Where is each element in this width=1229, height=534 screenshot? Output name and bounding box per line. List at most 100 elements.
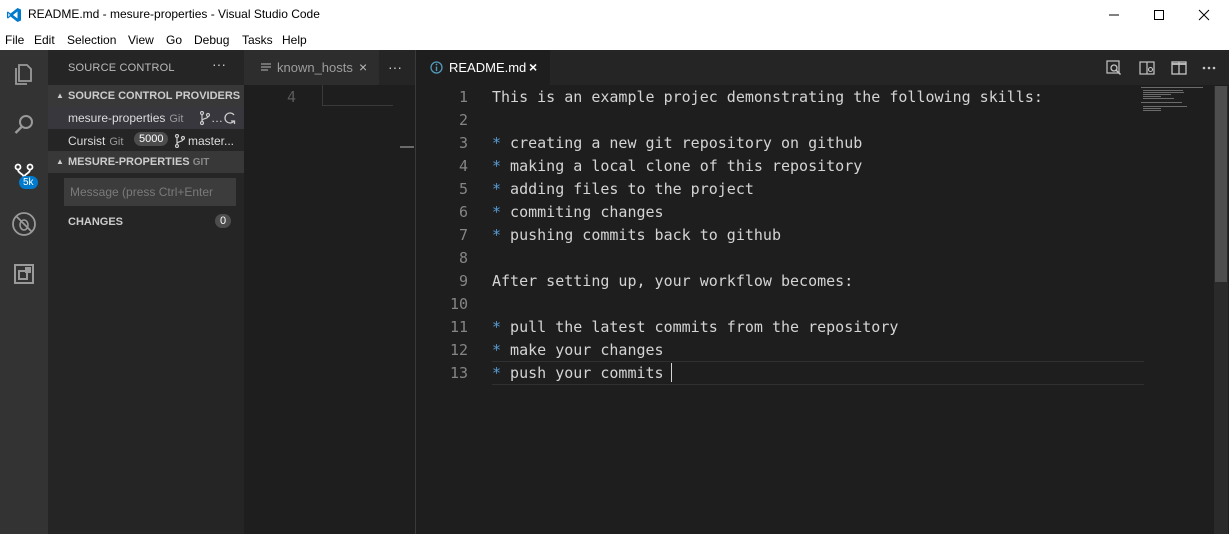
code-line[interactable]: 7 * pushing commits back to github — [416, 224, 1196, 247]
line-content: making a local clone of this repository — [501, 157, 863, 175]
open-preview-side-button[interactable] — [1139, 60, 1155, 80]
sync-icon[interactable] — [224, 111, 236, 125]
markdown-bullet: * — [492, 157, 502, 175]
line-number: 3 — [458, 134, 468, 152]
commit-message-placeholder: Message (press Ctrl+Enter — [70, 185, 214, 199]
activity-debug[interactable] — [0, 200, 48, 248]
commit-message-input[interactable]: Message (press Ctrl+Enter — [64, 178, 236, 206]
scrollbar-thumb[interactable] — [1215, 86, 1227, 282]
window-title: README.md - mesure-properties - Visual S… — [28, 7, 320, 21]
line-number: 13 — [449, 364, 468, 382]
code-line[interactable]: 6 * commiting changes — [416, 201, 1196, 224]
activity-extensions[interactable] — [0, 250, 48, 298]
provider-extra: … — [211, 111, 223, 125]
sidebar-more-button[interactable]: ··· — [212, 56, 226, 72]
repo-section-header[interactable]: ▲ MESURE-PROPERTIES GIT — [48, 151, 244, 173]
line-text: * creating a new git repository on githu… — [492, 134, 862, 152]
tab-bar-right: README.md × — [416, 50, 1229, 85]
editor-scrollbar[interactable] — [1214, 86, 1228, 534]
menu-view[interactable]: View — [128, 33, 154, 47]
line-content: make your changes — [501, 341, 664, 359]
activity-bar: 5k — [0, 50, 48, 534]
line-text: * pull the latest commits from the repos… — [492, 318, 898, 336]
providers-section-header[interactable]: ▲ SOURCE CONTROL PROVIDERS — [48, 85, 244, 107]
code-line[interactable]: 8 — [416, 247, 1196, 270]
changes-count-badge: 0 — [215, 214, 232, 228]
menu-bar: File Edit Selection View Go Debug Tasks … — [0, 30, 1229, 51]
tab-close-button[interactable]: × — [359, 59, 367, 75]
scrollbar-marker — [400, 146, 414, 148]
current-line-highlight — [492, 361, 1144, 385]
repo-header-type: GIT — [192, 157, 210, 168]
explorer-icon — [15, 64, 32, 85]
provider-branch: master... — [188, 134, 235, 148]
activity-source-control[interactable] — [0, 150, 48, 198]
code-line[interactable]: 9 After setting up, your workflow becomes… — [416, 270, 1196, 293]
line-content: adding files to the project — [501, 180, 754, 198]
line-number: 1 — [458, 88, 468, 106]
line-number: 10 — [449, 295, 468, 313]
code-line[interactable]: 4 * making a local clone of this reposito… — [416, 155, 1196, 178]
markdown-bullet: * — [492, 180, 502, 198]
editor-group-right: README.md × 1 This is an example projec … — [415, 50, 1229, 534]
split-editor-button[interactable] — [1171, 60, 1187, 80]
tab-readme[interactable]: README.md × — [416, 50, 550, 85]
sidebar-title: SOURCE CONTROL — [68, 62, 175, 74]
search-icon — [14, 115, 33, 134]
title-bar: README.md - mesure-properties - Visual S… — [0, 0, 1229, 30]
menu-go[interactable]: Go — [166, 33, 182, 47]
extensions-icon — [14, 264, 34, 284]
menu-file[interactable]: File — [5, 33, 24, 47]
activity-explorer[interactable] — [0, 50, 48, 98]
code-line[interactable]: 2 — [416, 109, 1196, 132]
line-text: * commiting changes — [492, 203, 664, 221]
open-preview-button[interactable] — [1106, 60, 1122, 80]
code-line[interactable]: 3 * creating a new git repository on gith… — [416, 132, 1196, 155]
activity-search[interactable] — [0, 100, 48, 148]
line-text: * adding files to the project — [492, 180, 754, 198]
close-window-button[interactable] — [1181, 0, 1227, 30]
maximize-button[interactable] — [1136, 0, 1182, 30]
markdown-bullet: * — [492, 318, 502, 336]
menu-selection[interactable]: Selection — [67, 33, 116, 47]
tab-close-button[interactable]: × — [529, 59, 537, 75]
changes-label[interactable]: CHANGES — [68, 216, 123, 228]
line-number: 5 — [458, 180, 468, 198]
line-number: 8 — [458, 249, 468, 267]
line-number: 6 — [458, 203, 468, 221]
provider-item-mesure-properties[interactable]: mesure-properties Git … — [48, 107, 244, 129]
minimap[interactable] — [1141, 86, 1219, 126]
tab-label: README.md — [449, 60, 527, 75]
code-line[interactable]: 10 — [416, 293, 1196, 316]
line-number: 7 — [458, 226, 468, 244]
provider-type: Git — [169, 113, 184, 125]
line-text: * pushing commits back to github — [492, 226, 781, 244]
maximize-icon — [1154, 10, 1164, 20]
code-line[interactable]: 1 This is an example projec demonstrating… — [416, 86, 1196, 109]
tab-known-hosts[interactable]: known_hosts × — [244, 50, 379, 85]
editor-group-left: known_hosts × ··· 4 — [244, 50, 415, 534]
provider-name: mesure-properties — [68, 111, 166, 125]
markdown-bullet: * — [492, 203, 502, 221]
markdown-bullet: * — [492, 341, 502, 359]
debug-icon — [12, 212, 36, 236]
providers-header-label: SOURCE CONTROL PROVIDERS — [68, 90, 241, 102]
collapse-triangle-icon: ▲ — [56, 157, 64, 166]
provider-item-cursist[interactable]: Cursist Git 5000 master... — [48, 130, 244, 152]
more-actions-button[interactable] — [1201, 60, 1217, 80]
menu-help[interactable]: Help — [282, 33, 307, 47]
menu-tasks[interactable]: Tasks — [242, 33, 273, 47]
code-line[interactable]: 11 * pull the latest commits from the rep… — [416, 316, 1196, 339]
minimize-icon — [1109, 14, 1119, 16]
info-icon — [430, 61, 443, 74]
code-line[interactable]: 5 * adding files to the project — [416, 178, 1196, 201]
code-line[interactable]: 12 * make your changes — [416, 339, 1196, 362]
editor-more-button[interactable]: ··· — [388, 59, 402, 75]
menu-edit[interactable]: Edit — [34, 33, 55, 47]
line-number: 2 — [458, 111, 468, 129]
menu-debug[interactable]: Debug — [194, 33, 229, 47]
line-content: creating a new git repository on github — [501, 134, 863, 152]
preview-side-icon — [1139, 61, 1155, 75]
tab-label: known_hosts — [277, 60, 353, 75]
minimize-button[interactable] — [1091, 0, 1137, 30]
